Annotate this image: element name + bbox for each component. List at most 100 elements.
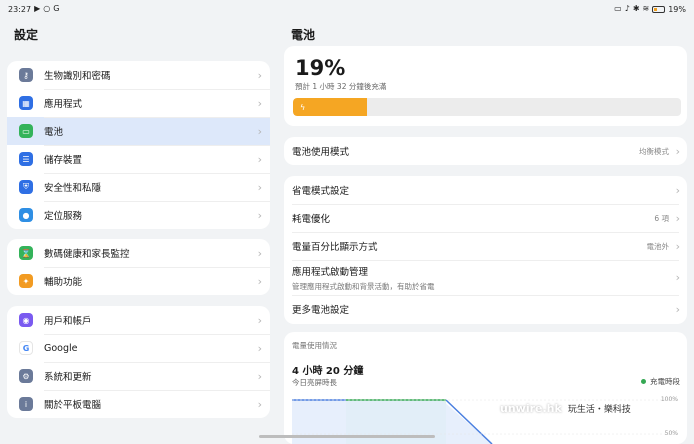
- battery-setting-value: 電池外: [646, 241, 670, 251]
- sidebar-item-label: 關於平板電腦: [44, 400, 102, 411]
- battery-setting-label: 電量百分比顯示方式: [292, 242, 378, 253]
- settings-item-icon: ⛨: [19, 180, 33, 194]
- battery-mode-card: 電池使用模式 均衡模式 ›: [284, 137, 687, 165]
- settings-item-icon: G: [19, 341, 33, 355]
- vibrate-icon: ♪: [624, 4, 630, 13]
- home-indicator[interactable]: [259, 435, 435, 438]
- sidebar-item[interactable]: ▭ 電池 ›: [7, 117, 270, 145]
- chevron-right-icon: ›: [257, 96, 262, 110]
- settings-item-icon: i: [19, 397, 33, 411]
- settings-group-2: ⌛ 數碼健康和家長監控 › ✦ 輔助功能 ›: [7, 239, 270, 295]
- wifi-icon: ≋: [642, 4, 650, 13]
- sidebar-item[interactable]: ⛨ 安全性和私隱 ›: [7, 173, 270, 201]
- battery-setting-subtitle: 管理應用程式啟動和背景活動，有助於省電: [292, 281, 435, 291]
- settings-item-icon: ⌛: [19, 246, 33, 260]
- sidebar-item[interactable]: ◉ 用戶和帳戶 ›: [7, 306, 270, 334]
- sidebar-item[interactable]: ⌛ 數碼健康和家長監控 ›: [7, 239, 270, 267]
- sidebar-item[interactable]: i 關於平板電腦 ›: [7, 390, 270, 418]
- battery-setting-item[interactable]: 應用程式啟動管理管理應用程式啟動和背景活動，有助於省電 ›: [284, 260, 687, 295]
- battery-level-fill: ϟ: [293, 98, 367, 116]
- battery-mode-item[interactable]: 電池使用模式 均衡模式 ›: [284, 137, 687, 165]
- settings-item-icon: ▭: [19, 124, 33, 138]
- settings-group-3: ◉ 用戶和帳戶 › G Google › ⚙ 系統和更新 › i 關於平板電腦 ›: [7, 306, 270, 418]
- chevron-right-icon: ›: [257, 68, 262, 82]
- battery-setting-item[interactable]: 省電模式設定 ›: [284, 176, 687, 204]
- sidebar-item-label: 電池: [44, 127, 64, 138]
- chevron-right-icon: ›: [257, 274, 262, 288]
- chevron-right-icon: ›: [675, 302, 680, 316]
- sidebar-item-label: 輔助功能: [44, 277, 83, 288]
- watermark-brand: unwire.hk: [500, 402, 562, 415]
- graph-tick-50: 50%: [664, 430, 678, 437]
- status-battery-pct: 19%: [668, 4, 686, 14]
- battery-setting-label: 更多電池設定: [292, 305, 350, 316]
- legend-dot-icon: [641, 379, 646, 384]
- settings-item-icon: ▦: [19, 96, 33, 110]
- sidebar-item-label: 系統和更新: [44, 372, 92, 383]
- settings-item-icon: ◉: [19, 313, 33, 327]
- sidebar-item-label: 安全性和私隱: [44, 183, 102, 194]
- notification-icon: ▶: [34, 4, 41, 13]
- status-bar: 23:27 ▶ ○ G ▭ ♪ ✱ ≋ 19%: [0, 0, 694, 18]
- chevron-right-icon: ›: [257, 341, 262, 355]
- battery-setting-label: 省電模式設定: [292, 186, 350, 197]
- charge-eta: 預計 1 小時 32 分鐘後充滿: [295, 82, 387, 91]
- sidebar-item[interactable]: ☰ 儲存裝置 ›: [7, 145, 270, 173]
- battery-mode-value: 均衡模式: [639, 146, 669, 156]
- chevron-right-icon: ›: [675, 239, 680, 253]
- battery-setting-label: 應用程式啟動管理: [292, 266, 369, 278]
- bluetooth-icon: ✱: [632, 4, 640, 13]
- sidebar-item-label: 生物識別和密碼: [44, 71, 111, 82]
- chevron-right-icon: ›: [257, 369, 262, 383]
- battery-level-bar: ϟ: [293, 98, 681, 116]
- settings-item-icon: ●: [19, 208, 33, 222]
- graph-tick-100: 100%: [660, 396, 678, 403]
- chevron-right-icon: ›: [257, 246, 262, 260]
- screen-time-label: 今日亮屏時長: [292, 378, 337, 387]
- sidebar-item[interactable]: ● 定位服務 ›: [7, 201, 270, 229]
- watermark-slogan: 玩生活・樂科技: [567, 405, 631, 415]
- usage-heading: 電量使用情況: [292, 341, 337, 350]
- charging-legend: 充電時段: [641, 376, 680, 387]
- chevron-right-icon: ›: [257, 124, 262, 138]
- settings-group-1: ⚷ 生物識別和密碼 › ▦ 應用程式 › ▭ 電池 › ☰ 儲存裝置 › ⛨ 安全性和私隱 › ● 定位服務 ›: [7, 61, 270, 229]
- cast-icon: ▭: [614, 4, 622, 13]
- settings-item-icon: ⚙: [19, 369, 33, 383]
- battery-setting-item[interactable]: 更多電池設定 ›: [284, 295, 687, 323]
- chevron-right-icon: ›: [257, 208, 262, 222]
- watermark: unwire.hk 玩生活・樂科技: [500, 402, 631, 415]
- battery-setting-value: 6 項: [654, 213, 669, 223]
- battery-setting-item[interactable]: 耗電優化 6 項 ›: [284, 204, 687, 232]
- settings-title: 設定: [14, 28, 39, 42]
- sidebar-item-label: 數碼健康和家長監控: [44, 249, 130, 260]
- google-icon: G: [53, 4, 60, 13]
- sidebar-item-label: Google: [44, 342, 78, 354]
- chevron-right-icon: ›: [257, 313, 262, 327]
- sidebar-item[interactable]: G Google ›: [7, 334, 270, 362]
- sidebar-item-label: 用戶和帳戶: [44, 316, 92, 327]
- battery-icon: [652, 5, 666, 13]
- battery-settings-card: 省電模式設定 › 耗電優化 6 項 › 電量百分比顯示方式 電池外 › 應用程式啟動管理 管理應用…: [284, 176, 687, 324]
- sidebar-item[interactable]: ▦ 應用程式 ›: [7, 89, 270, 117]
- chevron-right-icon: ›: [257, 152, 262, 166]
- sidebar-item-label: 定位服務: [44, 211, 83, 222]
- circle-icon: ○: [43, 4, 51, 13]
- chevron-right-icon: ›: [675, 271, 680, 284]
- bolt-icon: ϟ: [300, 102, 306, 112]
- chevron-right-icon: ›: [257, 180, 262, 194]
- settings-item-icon: ✦: [19, 274, 33, 288]
- settings-item-icon: ⚷: [19, 68, 33, 82]
- battery-setting-item[interactable]: 電量百分比顯示方式 電池外 ›: [284, 232, 687, 260]
- chevron-right-icon: ›: [675, 144, 680, 158]
- settings-item-icon: ☰: [19, 152, 33, 166]
- chevron-right-icon: ›: [257, 397, 262, 411]
- chevron-right-icon: ›: [675, 183, 680, 197]
- sidebar-item[interactable]: ⚙ 系統和更新 ›: [7, 362, 270, 390]
- sidebar-item-label: 儲存裝置: [44, 155, 83, 166]
- status-time: 23:27: [8, 4, 32, 14]
- battery-title: 電池: [291, 28, 316, 42]
- battery-percent: 19%: [295, 56, 346, 80]
- sidebar-item[interactable]: ✦ 輔助功能 ›: [7, 267, 270, 295]
- sidebar-item[interactable]: ⚷ 生物識別和密碼 ›: [7, 61, 270, 89]
- sidebar-item-label: 應用程式: [44, 99, 83, 110]
